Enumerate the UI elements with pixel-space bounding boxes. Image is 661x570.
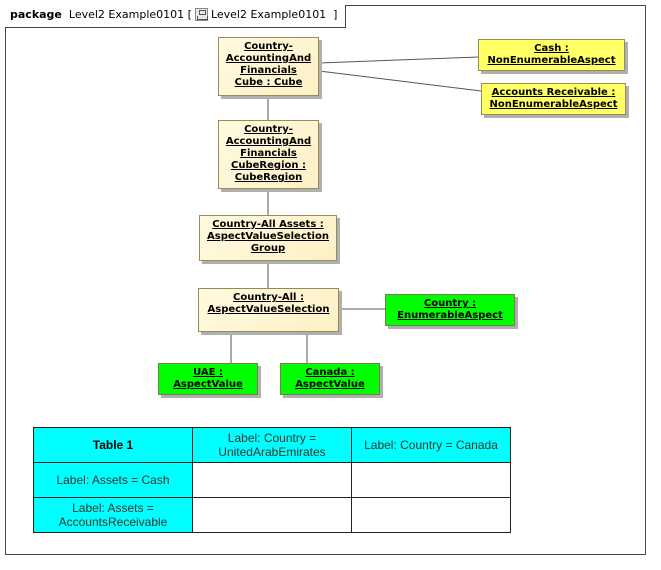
uae-aspect-value-node[interactable]: UAE : AspectValue: [158, 363, 258, 395]
cube-node[interactable]: Country- AccountingAnd Financials Cube :…: [218, 37, 319, 96]
row-header: Label: Assets = AccountsReceivable: [33, 497, 193, 533]
link-cube-ar: [318, 70, 482, 92]
table-header-row: Table 1 Label: Country = UnitedArabEmira…: [33, 427, 511, 463]
row-header: Label: Assets = Cash: [33, 462, 193, 498]
table-cell[interactable]: [351, 497, 511, 533]
table-title: Table 1: [33, 427, 193, 463]
column-header: Label: Country = UnitedArabEmirates: [192, 427, 352, 463]
table-row: Label: Assets = AccountsReceivable: [33, 497, 511, 533]
all-assets-group-node[interactable]: Country-All Assets : AspectValueSelectio…: [199, 215, 337, 261]
cube-region-node[interactable]: Country- AccountingAnd Financials CubeRe…: [218, 120, 319, 189]
cash-node[interactable]: Cash : NonEnumerableAspect: [478, 39, 625, 71]
table-cell[interactable]: [192, 462, 352, 498]
table-cell[interactable]: [192, 497, 352, 533]
accounts-receivable-node[interactable]: Accounts Receivable : NonEnumerableAspec…: [481, 83, 626, 115]
country-aspect-node[interactable]: Country : EnumerableAspect: [385, 294, 515, 326]
table-cell[interactable]: [351, 462, 511, 498]
canada-aspect-value-node[interactable]: Canada : AspectValue: [280, 363, 380, 395]
table-row: Label: Assets = Cash: [33, 462, 511, 498]
column-header: Label: Country = Canada: [351, 427, 511, 463]
table-1: Table 1 Label: Country = UnitedArabEmira…: [33, 427, 511, 533]
link-cube-cash: [318, 56, 480, 64]
country-all-selection-node[interactable]: Country-All : AspectValueSelection: [198, 288, 339, 332]
